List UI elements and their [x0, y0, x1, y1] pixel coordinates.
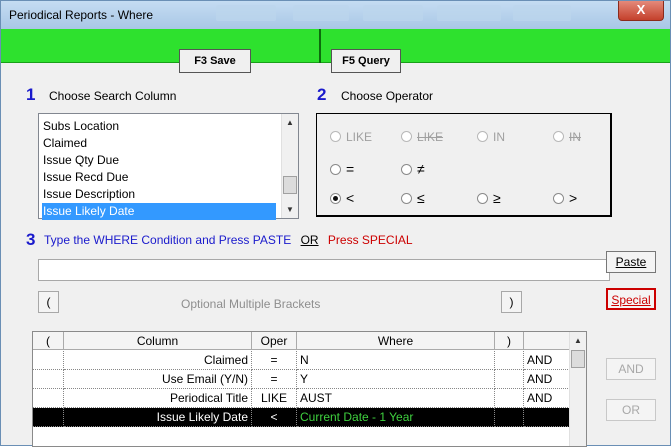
optional-brackets-label: Optional Multiple Brackets [181, 297, 321, 311]
operator-like[interactable]: LIKE [330, 129, 372, 144]
cell-close [495, 389, 524, 408]
operator-not-in[interactable]: IN [553, 129, 581, 144]
title-bar: Periodical Reports - Where X [1, 1, 670, 29]
where-grid[interactable]: ( Column Oper Where ) Claimed = N AND Us… [32, 331, 587, 447]
grid-header-oper: Oper [252, 332, 297, 350]
operator-in[interactable]: IN [477, 129, 505, 144]
cell-join: AND [524, 370, 570, 389]
grid-header-column: Column [64, 332, 252, 350]
operator-not-like[interactable]: LIKE [401, 129, 443, 144]
cell-where: AUST [297, 389, 495, 408]
cell-open [33, 408, 64, 427]
grid-header-join [524, 332, 570, 350]
scroll-up-icon[interactable]: ▲ [282, 114, 298, 131]
scroll-thumb[interactable] [283, 176, 297, 194]
list-item[interactable]: Issue Qty Due [42, 152, 276, 169]
cell-column: Periodical Title [64, 389, 252, 408]
window-title: Periodical Reports - Where [9, 8, 154, 22]
cell-close [495, 408, 524, 427]
list-item[interactable]: Subs Location [42, 118, 276, 135]
where-condition-input[interactable] [38, 259, 610, 281]
close-bracket-button[interactable]: ) [501, 291, 522, 313]
special-hint: Press SPECIAL [327, 233, 413, 247]
radio-icon [477, 131, 488, 143]
operator-less-than[interactable]: < [330, 190, 354, 206]
operator-greater-equal[interactable]: ≥ [477, 190, 501, 206]
background-tab [293, 5, 349, 21]
toolbar-divider [319, 29, 321, 63]
list-item[interactable]: Issue Recd Due [42, 169, 276, 186]
section-3-text: Type the WHERE Condition and Press PASTE [44, 233, 292, 247]
list-item[interactable]: Claimed [42, 135, 276, 152]
grid-header-open: ( [33, 332, 64, 350]
and-button[interactable]: AND [606, 358, 656, 380]
section-2-number: 2 [317, 85, 327, 104]
scroll-down-icon[interactable]: ▼ [282, 201, 298, 218]
cell-close [495, 370, 524, 389]
background-tab [363, 5, 423, 21]
background-tab [216, 5, 276, 21]
list-item-selected[interactable]: Issue Likely Date [42, 203, 276, 220]
cell-join [524, 408, 570, 427]
cell-oper: = [252, 351, 297, 370]
operator-greater-than[interactable]: > [553, 190, 577, 206]
section-1-title: Choose Search Column [49, 89, 177, 103]
scroll-thumb[interactable] [571, 350, 585, 368]
close-icon: X [636, 2, 646, 17]
radio-icon [330, 163, 341, 175]
cell-open [33, 389, 64, 408]
radio-icon [401, 192, 412, 204]
list-scrollbar[interactable]: ▲ ▼ [281, 114, 298, 218]
operator-equals[interactable]: = [330, 161, 354, 177]
operator-less-equal[interactable]: ≤ [401, 190, 425, 206]
cell-column: Use Email (Y/N) [64, 370, 252, 389]
operator-not-equals[interactable]: ≠ [401, 161, 425, 177]
cell-column: Issue Likely Date [64, 408, 252, 427]
radio-icon [330, 131, 341, 143]
cell-where: Y [297, 370, 495, 389]
list-item[interactable]: Issue Description [42, 186, 276, 203]
cell-where: Current Date - 1 Year [297, 408, 495, 427]
cell-oper: LIKE [252, 389, 297, 408]
radio-icon [553, 131, 564, 143]
or-button[interactable]: OR [606, 399, 656, 421]
cell-join: AND [524, 389, 570, 408]
section-3-instructions: Type the WHERE Condition and Press PASTE… [44, 233, 413, 247]
cell-where: N [297, 351, 495, 370]
section-2-title: Choose Operator [341, 89, 434, 103]
scroll-up-icon[interactable]: ▲ [570, 332, 586, 349]
radio-icon [553, 192, 564, 204]
cell-open [33, 351, 64, 370]
radio-icon [401, 163, 412, 175]
grid-header-close: ) [495, 332, 524, 350]
radio-icon [477, 192, 488, 204]
cell-join: AND [524, 351, 570, 370]
radio-selected-icon [330, 192, 341, 204]
cell-oper: = [252, 370, 297, 389]
search-column-list[interactable]: Subs Location Claimed Issue Qty Due Issu… [38, 113, 299, 220]
cell-oper: < [252, 408, 297, 427]
background-tab [513, 5, 571, 21]
close-button[interactable]: X [618, 1, 664, 21]
section-3-number: 3 [26, 230, 36, 249]
query-button[interactable]: F5 Query [331, 49, 401, 73]
save-button[interactable]: F3 Save [179, 49, 251, 73]
section-1-number: 1 [26, 85, 36, 104]
or-label: OR [300, 233, 319, 247]
paste-button[interactable]: Paste [606, 251, 656, 273]
special-button[interactable]: Special [606, 288, 656, 310]
grid-scrollbar[interactable]: ▲ [569, 332, 586, 446]
where-dialog: Periodical Reports - Where X F3 Save F5 … [0, 0, 671, 447]
grid-header-where: Where [297, 332, 495, 350]
toolbar: F3 Save F5 Query [1, 29, 670, 73]
cell-close [495, 351, 524, 370]
background-tab [437, 5, 501, 21]
open-bracket-button[interactable]: ( [38, 291, 59, 313]
cell-column: Claimed [64, 351, 252, 370]
radio-icon [401, 131, 412, 143]
operator-group: LIKE LIKE IN IN = ≠ < ≤ ≥ > [316, 113, 612, 217]
cell-open [33, 370, 64, 389]
